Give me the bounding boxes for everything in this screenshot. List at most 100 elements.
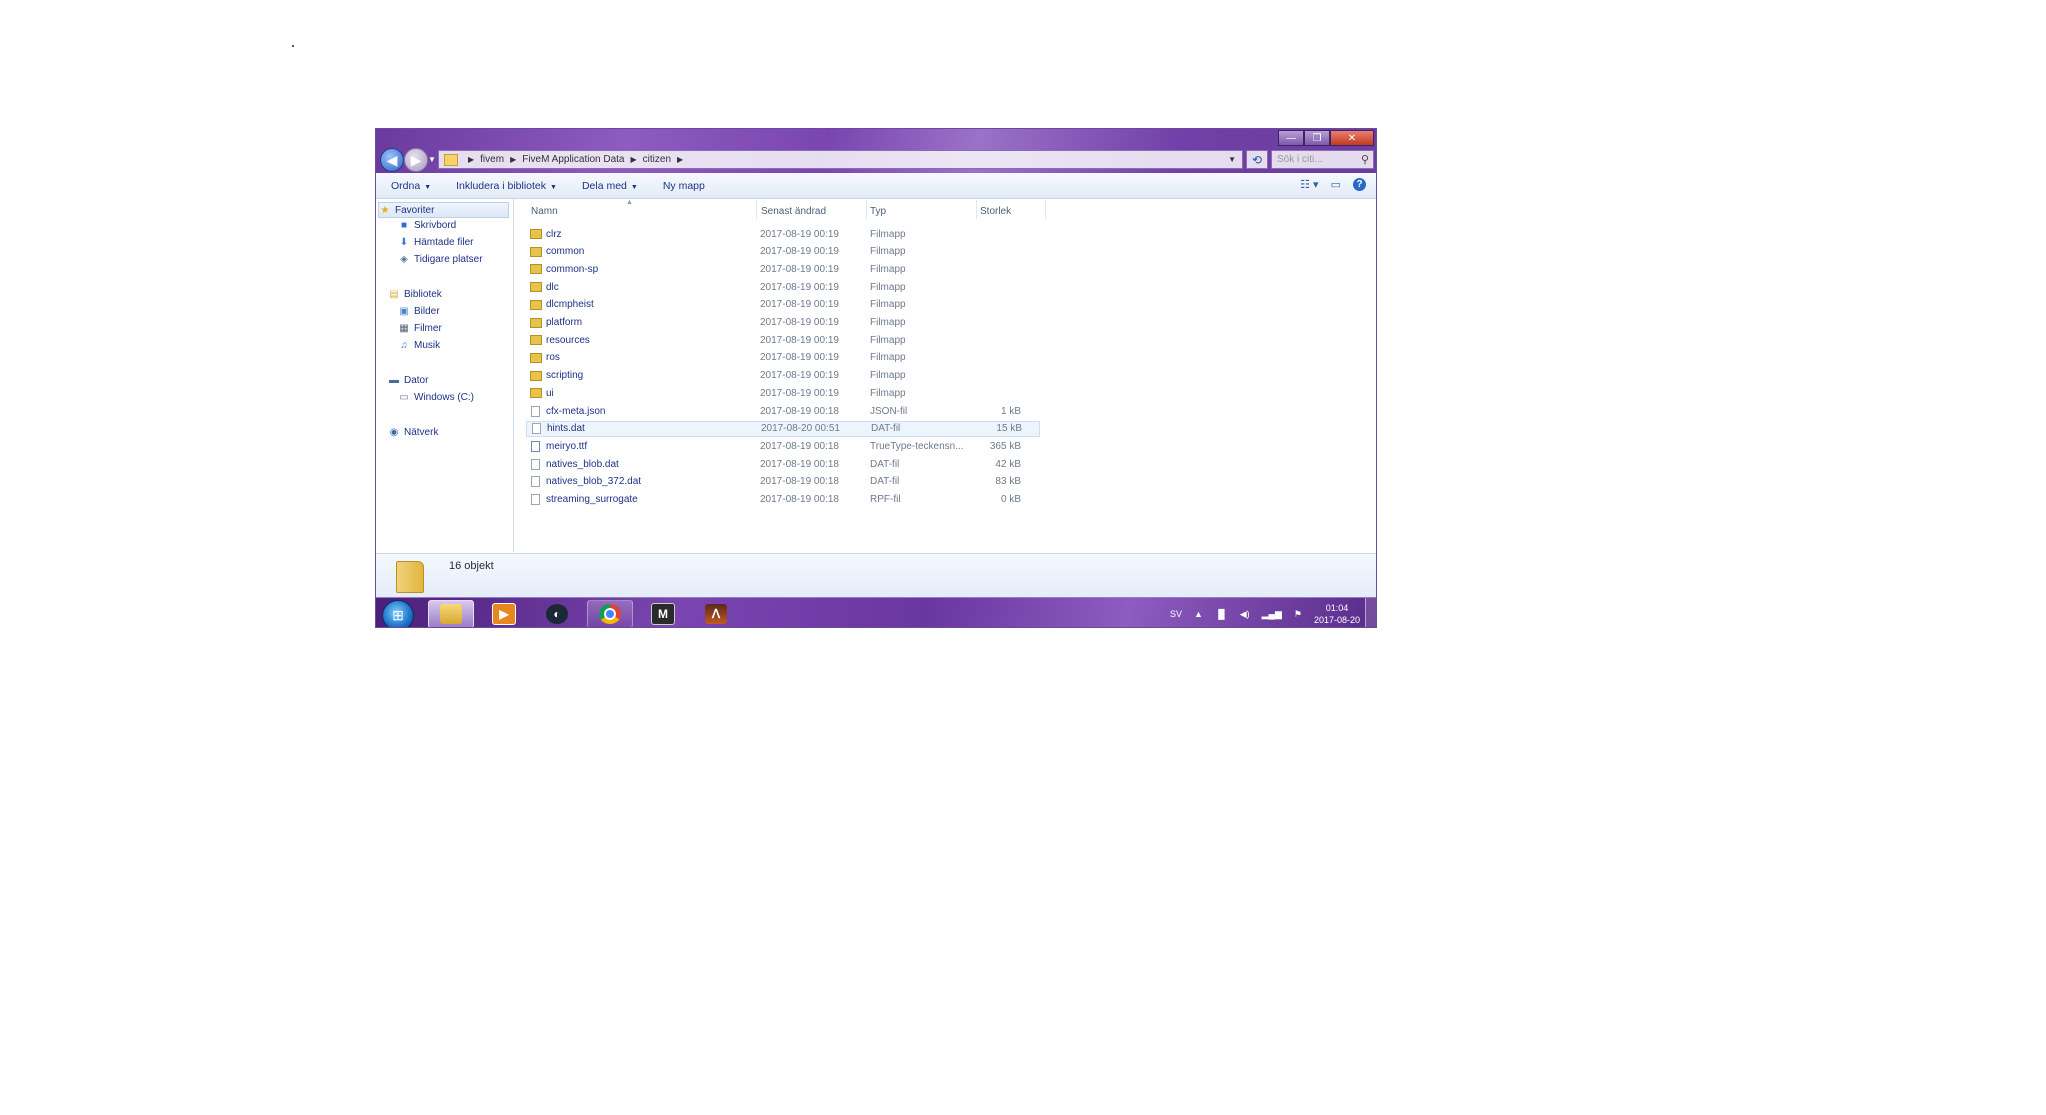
chevron-up-icon[interactable]: ▲ <box>1194 609 1203 619</box>
font-file-icon <box>531 440 540 452</box>
maximize-button[interactable]: ❐ <box>1304 130 1330 146</box>
flag-icon[interactable]: ▐▌ <box>1215 609 1228 619</box>
file-modified: 2017-08-19 00:19 <box>760 246 839 258</box>
file-row[interactable]: common-sp 2017-08-19 00:19 Filmapp <box>526 261 1040 277</box>
taskbar-chrome[interactable] <box>587 600 633 627</box>
address-bar[interactable]: ▶ fivem ▶ FiveM Application Data ▶ citiz… <box>438 150 1243 169</box>
new-folder-button[interactable]: Ny mapp <box>663 180 705 192</box>
recent-pages-dropdown-icon[interactable]: ▼ <box>428 155 436 164</box>
file-row[interactable]: hints.dat 2017-08-20 00:51 DAT-fil 15 kB <box>526 420 1040 437</box>
file-row[interactable]: scripting 2017-08-19 00:19 Filmapp <box>526 368 1040 384</box>
chevron-right-icon[interactable]: ▶ <box>468 155 474 164</box>
breadcrumb-citizen[interactable]: citizen <box>643 154 671 165</box>
chevron-right-icon[interactable]: ▶ <box>631 155 637 164</box>
column-divider[interactable] <box>756 200 757 219</box>
column-header-type[interactable]: Typ <box>870 206 886 217</box>
clock[interactable]: 01:04 2017-08-20 <box>1314 602 1360 626</box>
file-name: scripting <box>546 370 584 382</box>
file-row[interactable]: dlc 2017-08-19 00:19 Filmapp <box>526 279 1040 295</box>
file-name: meiryo.ttf <box>546 440 588 452</box>
view-options-icon[interactable]: ☷ ▾ <box>1300 178 1318 191</box>
volume-icon[interactable]: ◀) <box>1240 609 1250 620</box>
file-type: JSON-fil <box>870 405 908 417</box>
file-row[interactable]: common 2017-08-19 00:19 Filmapp <box>526 244 1040 260</box>
minimize-button[interactable]: — <box>1278 130 1304 146</box>
system-tray: SV ▲ ▐▌ ◀) ▂▄▆ ⚑ 01:04 2017-08-20 <box>1170 598 1360 627</box>
file-type: Filmapp <box>870 370 906 382</box>
nav-downloads[interactable]: ⬇ Hämtade filer <box>398 237 474 248</box>
chevron-right-icon[interactable]: ▶ <box>510 155 516 164</box>
taskbar-m-app[interactable]: M <box>640 600 686 627</box>
chevron-right-icon[interactable]: ▶ <box>677 155 683 164</box>
nav-desktop[interactable]: ■ Skrivbord <box>398 220 456 231</box>
taskbar-media-player[interactable]: ▶ <box>481 600 527 627</box>
file-name: platform <box>546 317 583 328</box>
breadcrumb-fivem-application-data[interactable]: FiveM Application Data <box>522 154 624 165</box>
back-button[interactable]: ◀ <box>380 148 404 172</box>
game-icon: ᐱ <box>705 604 727 624</box>
folder-icon <box>530 317 542 328</box>
file-icon <box>531 494 540 505</box>
nav-videos[interactable]: ▦ Filmer <box>398 323 442 334</box>
file-modified: 2017-08-19 00:18 <box>760 476 839 488</box>
column-header-modified[interactable]: Senast ändrad <box>761 206 826 217</box>
folder-icon <box>440 604 462 624</box>
help-icon[interactable]: ? <box>1353 178 1366 191</box>
navigation-row: ◀ ▶ ▼ ▶ fivem ▶ FiveM Application Data ▶… <box>376 146 1376 172</box>
forward-button[interactable]: ▶ <box>404 148 428 172</box>
file-modified: 2017-08-19 00:19 <box>760 352 839 364</box>
file-row[interactable]: natives_blob.dat 2017-08-19 00:18 DAT-fil 4… <box>526 456 1040 472</box>
share-button[interactable]: Dela med ▼ <box>582 180 638 192</box>
nav-computer[interactable]: ▬ Dator <box>388 375 428 386</box>
language-indicator[interactable]: SV <box>1170 609 1182 619</box>
column-divider[interactable] <box>1045 200 1046 219</box>
m-icon: M <box>651 603 675 625</box>
nav-recent-places[interactable]: ◈ Tidigare platser <box>398 254 482 265</box>
start-button[interactable]: ⊞ <box>382 600 414 627</box>
nav-drive-c[interactable]: ▭ Windows (C:) <box>398 392 474 403</box>
file-name: ros <box>546 352 560 364</box>
preview-pane-icon[interactable]: ▭ <box>1331 178 1341 191</box>
file-row[interactable]: natives_blob_372.dat 2017-08-19 00:18 DAT-… <box>526 474 1040 490</box>
column-divider[interactable] <box>866 200 867 219</box>
breadcrumb-fivem[interactable]: fivem <box>480 154 504 165</box>
file-row[interactable]: streaming_surrogate 2017-08-19 00:18 RPF-f… <box>526 492 1040 508</box>
taskbar-steam[interactable]: ◐ <box>534 600 580 627</box>
clock-date: 2017-08-20 <box>1313 615 1360 625</box>
folder-icon <box>530 388 542 399</box>
file-modified: 2017-08-19 00:18 <box>760 458 839 470</box>
file-name: dlcmpheist <box>546 299 594 311</box>
search-input[interactable]: Sök i citi... ⚲ <box>1271 150 1374 169</box>
file-row[interactable]: cfx-meta.json 2017-08-19 00:18 JSON-fil 1 k… <box>526 403 1040 419</box>
file-row[interactable]: resources 2017-08-19 00:19 Filmapp <box>526 332 1040 348</box>
nav-pictures[interactable]: ▣ Bilder <box>398 306 439 317</box>
file-row[interactable]: platform 2017-08-19 00:19 Filmapp <box>526 315 1040 331</box>
file-row[interactable]: ui 2017-08-19 00:19 Filmapp <box>526 385 1040 401</box>
address-dropdown-icon[interactable]: ▼ <box>1228 155 1236 164</box>
nav-favorites[interactable]: ★ Favoriter <box>378 202 509 218</box>
taskbar-game-app[interactable]: ᐱ <box>693 600 739 627</box>
file-row[interactable]: meiryo.ttf 2017-08-19 00:18 TrueType-tecke… <box>526 438 1040 454</box>
library-icon: ▤ <box>389 289 399 300</box>
taskbar-explorer[interactable] <box>428 600 474 627</box>
file-row[interactable]: dlcmpheist 2017-08-19 00:19 Filmapp <box>526 297 1040 313</box>
nav-network[interactable]: ◉ Nätverk <box>388 427 439 438</box>
column-divider[interactable] <box>976 200 977 219</box>
file-name: natives_blob.dat <box>546 458 619 470</box>
show-desktop-button[interactable] <box>1365 598 1376 627</box>
refresh-button[interactable]: ⟲ <box>1246 150 1268 169</box>
file-row[interactable]: ros 2017-08-19 00:19 Filmapp <box>526 350 1040 366</box>
action-center-icon[interactable]: ⚑ <box>1294 609 1302 620</box>
include-library-button[interactable]: Inkludera i bibliotek ▼ <box>456 180 557 192</box>
file-row[interactable]: clrz 2017-08-19 00:19 Filmapp <box>526 226 1040 242</box>
network-signal-icon[interactable]: ▂▄▆ <box>1262 609 1282 620</box>
organize-button[interactable]: Ordna ▼ <box>391 180 431 192</box>
chevron-down-icon: ▼ <box>424 183 432 191</box>
column-header-name[interactable]: Namn <box>531 206 558 217</box>
close-button[interactable]: ✕ <box>1330 130 1374 146</box>
column-header-size[interactable]: Storlek <box>980 206 1011 217</box>
navigation-pane: ★ Favoriter ■ Skrivbord ⬇ Hämtade filer ◈ Ti… <box>376 199 514 552</box>
file-size: 1 kB <box>1000 405 1021 417</box>
nav-libraries[interactable]: ▤ Bibliotek <box>388 289 442 300</box>
nav-music[interactable]: ♫ Musik <box>398 340 440 351</box>
